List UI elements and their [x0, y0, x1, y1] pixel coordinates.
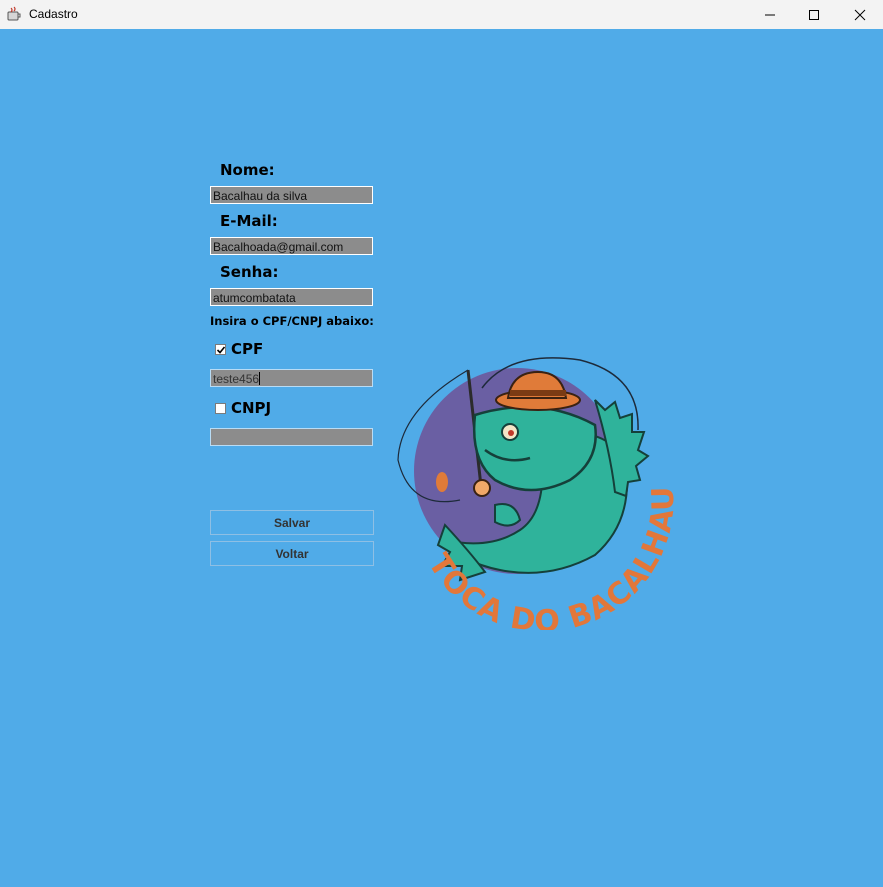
cpf-checkbox[interactable]: [215, 344, 226, 355]
close-icon: [854, 9, 866, 20]
maximize-icon: [809, 9, 819, 20]
cpf-field-value: teste456: [213, 372, 260, 386]
senha-field[interactable]: atumcombatata: [210, 288, 373, 306]
toca-do-bacalhau-logo: TOCA DO BACALHAU: [397, 357, 680, 630]
title-bar: Cadastro: [0, 0, 883, 29]
text-caret: [259, 372, 261, 385]
cpf-field[interactable]: teste456: [210, 369, 373, 387]
maximize-button[interactable]: [791, 0, 837, 29]
email-label: E-Mail:: [220, 212, 278, 230]
window-title: Cadastro: [29, 7, 78, 21]
salvar-button[interactable]: Salvar: [210, 510, 374, 535]
checkmark-icon: [216, 346, 226, 354]
voltar-button[interactable]: Voltar: [210, 541, 374, 566]
cnpj-label: CNPJ: [231, 399, 272, 417]
cnpj-field[interactable]: [210, 428, 373, 446]
senha-label: Senha:: [220, 263, 279, 281]
minimize-icon: [765, 14, 775, 15]
email-field[interactable]: Bacalhoada@gmail.com: [210, 237, 373, 255]
close-button[interactable]: [837, 0, 883, 29]
minimize-button[interactable]: [747, 0, 793, 29]
java-cup-icon: [7, 6, 21, 21]
nome-label: Nome:: [220, 161, 275, 179]
cpf-label: CPF: [231, 340, 264, 358]
cnpj-checkbox[interactable]: [215, 403, 226, 414]
nome-field[interactable]: Bacalhau da silva: [210, 186, 373, 204]
cpf-cnpj-prompt: Insira o CPF/CNPJ abaixo:: [210, 314, 374, 328]
